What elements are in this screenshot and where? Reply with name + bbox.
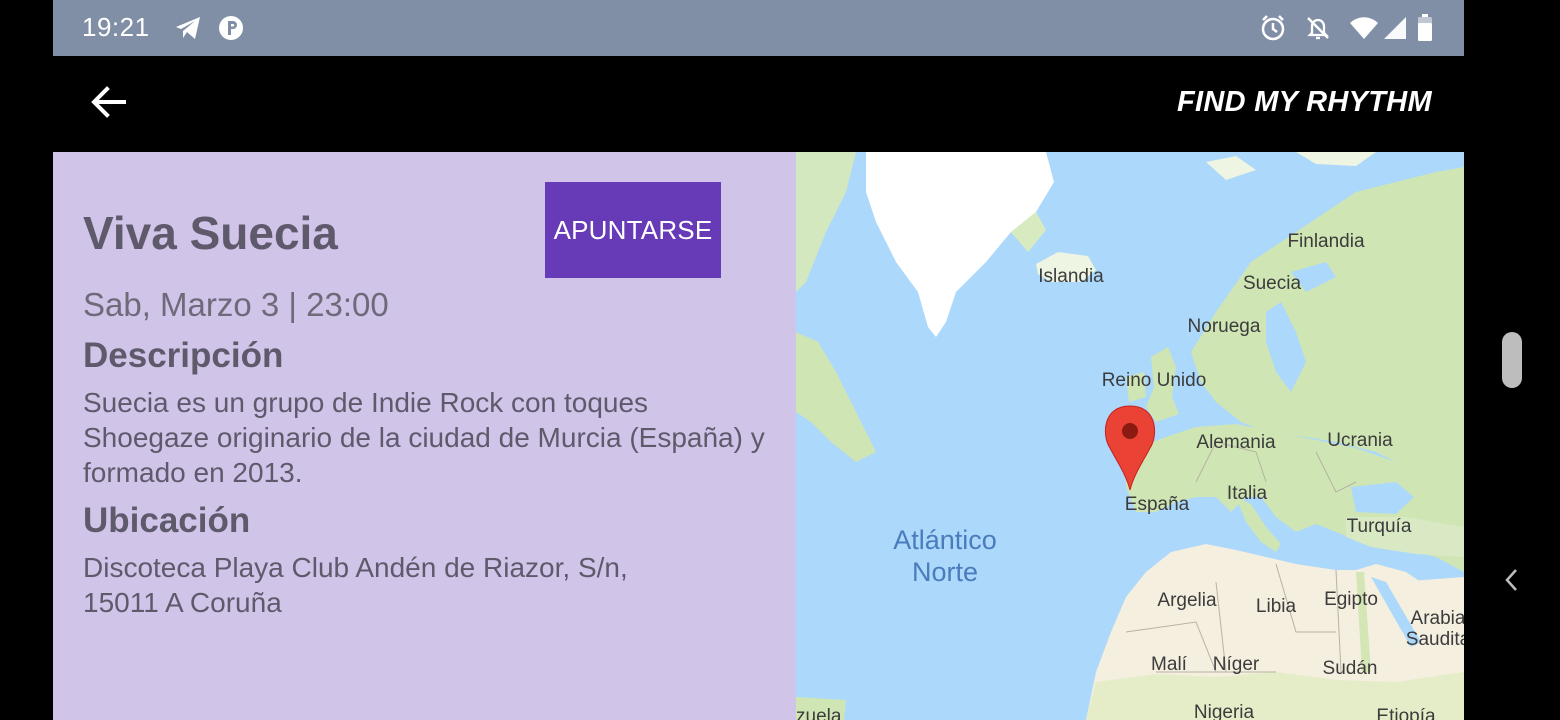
label-saudita: Saudita: [1406, 629, 1464, 650]
battery-icon: [1410, 12, 1440, 44]
p-icon: [216, 12, 246, 44]
chevron-left-icon[interactable]: [1500, 566, 1524, 594]
label-egipto: Egipto: [1324, 589, 1378, 610]
event-title: Viva Suecia: [83, 207, 338, 259]
label-italia: Italia: [1227, 483, 1268, 504]
arrow-left-icon: [90, 85, 126, 124]
location-text: Discoteca Playa Club Andén de Riazor, S/…: [83, 552, 628, 618]
back-button[interactable]: [83, 81, 133, 127]
label-arabia: Arabia: [1411, 608, 1464, 629]
label-atlantico: Atlántico: [893, 525, 997, 555]
alarm-icon: [1258, 12, 1288, 44]
status-time: 19:21: [82, 12, 150, 42]
description-heading: Descripción: [83, 336, 284, 375]
app-bar: FIND MY RHYTHM: [53, 56, 1464, 152]
label-reino-unido: Reino Unido: [1102, 370, 1207, 391]
label-noruega: Noruega: [1188, 316, 1261, 337]
label-espana: España: [1125, 494, 1190, 515]
label-mali: Malí: [1151, 654, 1188, 675]
wifi-icon: [1349, 12, 1379, 44]
label-ucrania: Ucrania: [1327, 430, 1393, 451]
label-argelia: Argelia: [1157, 590, 1217, 611]
location-heading: Ubicación: [83, 501, 251, 540]
event-content: Viva Suecia APUNTARSE Sab, Marzo 3 | 23:…: [53, 152, 1464, 720]
label-etiopia: Etiopía: [1376, 706, 1436, 720]
map-view[interactable]: Islandia Finlandia Suecia Noruega Reino …: [796, 152, 1464, 720]
app-title: FIND MY RHYTHM: [1177, 86, 1432, 118]
scroll-handle[interactable]: [1502, 332, 1522, 388]
notifications-off-icon: [1303, 12, 1333, 44]
telegram-icon: [173, 12, 203, 44]
label-venezuela: zuela: [796, 706, 842, 720]
signal-icon: [1381, 12, 1411, 44]
label-sudan: Sudán: [1323, 658, 1378, 679]
label-niger: Níger: [1213, 654, 1260, 675]
description-text: Suecia es un grupo de Indie Rock con toq…: [83, 387, 765, 488]
label-turquia: Turquía: [1347, 516, 1412, 537]
label-suecia: Suecia: [1243, 273, 1302, 294]
event-details-panel: Viva Suecia APUNTARSE Sab, Marzo 3 | 23:…: [53, 152, 796, 720]
signup-button[interactable]: APUNTARSE: [545, 182, 721, 278]
label-nigeria: Nigeria: [1194, 702, 1255, 720]
label-finlandia: Finlandia: [1287, 231, 1365, 252]
label-alemania: Alemania: [1196, 432, 1276, 453]
map-canvas: Islandia Finlandia Suecia Noruega Reino …: [796, 152, 1464, 720]
label-islandia: Islandia: [1038, 266, 1104, 287]
label-norte: Norte: [912, 557, 978, 587]
canada-shape: [796, 152, 856, 292]
status-bar: 19:21: [53, 0, 1464, 56]
event-date: Sab, Marzo 3 | 23:00: [83, 286, 389, 323]
label-libia: Libia: [1256, 596, 1297, 617]
